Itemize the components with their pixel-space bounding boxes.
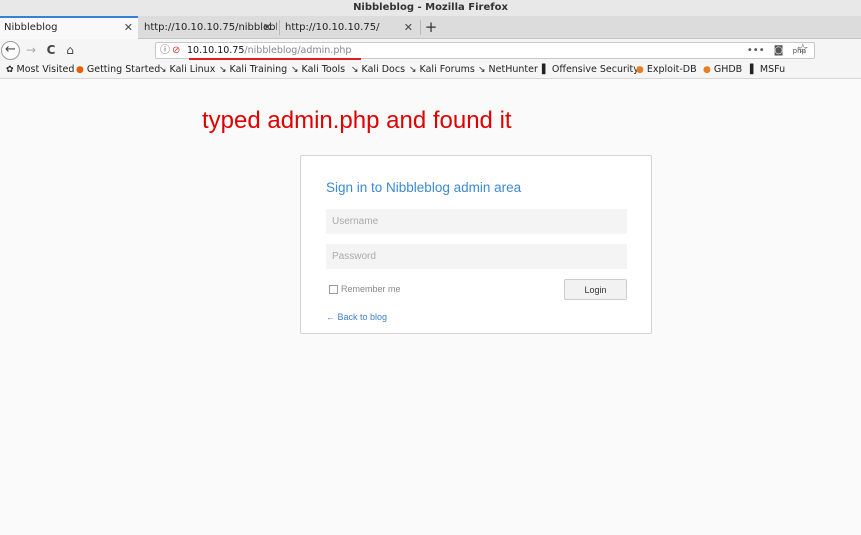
back-button[interactable]: ← bbox=[1, 41, 20, 60]
gear-icon: ✿ bbox=[6, 65, 14, 75]
window-title: Nibbleblog - Mozilla Firefox bbox=[0, 0, 861, 16]
insecure-lock-icon[interactable]: ⊘ bbox=[172, 43, 180, 58]
navigation-bar: ← → C ⌂ ⓘ ⊘ 10.10.10.75/nibbleblog/admin… bbox=[0, 39, 861, 62]
url-text[interactable]: 10.10.10.75/nibbleblog/admin.php bbox=[187, 43, 351, 58]
bookmarks-toolbar: ✿ Most Visited ● Getting Started ↘ Kali Lin… bbox=[0, 62, 861, 79]
close-icon[interactable]: ✕ bbox=[404, 16, 413, 39]
kali-icon: ↘ bbox=[159, 65, 167, 75]
annotation-text: typed admin.php and found it bbox=[202, 107, 512, 134]
bookmark-label: Kali Forums bbox=[419, 64, 475, 75]
bookmark-msfu[interactable]: ▌ MSFu bbox=[750, 62, 785, 78]
bookmark-label: GHDB bbox=[713, 64, 743, 75]
bookmark-label: MSFu bbox=[759, 64, 786, 75]
bookmark-getting-started[interactable]: ● Getting Started bbox=[76, 62, 160, 78]
url-bar[interactable]: ⓘ ⊘ 10.10.10.75/nibbleblog/admin.php •••… bbox=[155, 42, 815, 59]
bookmark-label: Kali Tools bbox=[301, 64, 346, 75]
bookmark-kali-docs[interactable]: ↘ Kali Docs bbox=[351, 62, 405, 78]
bookmark-kali-tools[interactable]: ↘ Kali Tools bbox=[291, 62, 345, 78]
login-button[interactable]: Login bbox=[564, 279, 627, 300]
tab-label: http://10.10.10.75/ bbox=[285, 22, 380, 33]
remember-checkbox[interactable] bbox=[329, 285, 338, 295]
url-path: /nibbleblog/admin.php bbox=[244, 45, 352, 56]
bookmark-label: Offensive Security bbox=[551, 64, 639, 75]
close-icon[interactable]: ✕ bbox=[124, 18, 133, 38]
remember-label: Remember me bbox=[341, 284, 401, 294]
exploitdb-icon: ● bbox=[636, 65, 644, 75]
home-button[interactable]: ⌂ bbox=[63, 41, 77, 60]
bookmark-nethunter[interactable]: ↘ NetHunter bbox=[478, 62, 538, 78]
login-title: Sign in to Nibbleblog admin area bbox=[326, 180, 522, 195]
password-input[interactable] bbox=[326, 244, 627, 269]
bookmark-label: Kali Linux bbox=[169, 64, 216, 75]
kali-icon: ↘ bbox=[478, 65, 486, 75]
tab-divider bbox=[420, 20, 421, 35]
back-to-blog-link[interactable]: ← Back to blog bbox=[326, 312, 387, 322]
bookmark-kali-linux[interactable]: ↘ Kali Linux bbox=[159, 62, 215, 78]
tab-label: http://10.10.10.75/nibbleblog bbox=[144, 22, 277, 33]
kali-icon: ↘ bbox=[351, 65, 359, 75]
page-actions-icon[interactable]: ••• bbox=[747, 45, 765, 56]
kali-icon: ↘ bbox=[409, 65, 417, 75]
url-host: 10.10.10.75 bbox=[187, 45, 245, 56]
annotation-underline bbox=[189, 58, 361, 60]
bookmark-offensive-security[interactable]: ▌ Offensive Security bbox=[542, 62, 639, 78]
bookmark-exploit-db[interactable]: ● Exploit-DB bbox=[636, 62, 697, 78]
bookmark-label: NetHunter bbox=[488, 64, 538, 75]
bookmark-star-icon[interactable]: ☆ bbox=[797, 42, 809, 57]
bookmark-label: Kali Training bbox=[229, 64, 288, 75]
close-icon[interactable]: ✕ bbox=[263, 16, 272, 39]
ghdb-icon: ● bbox=[703, 65, 711, 75]
kali-icon: ↘ bbox=[291, 65, 299, 75]
tab-strip: Nibbleblog ✕ http://10.10.10.75/nibblebl… bbox=[0, 16, 861, 39]
pocket-icon[interactable]: ◙ bbox=[774, 45, 784, 56]
bookmark-label: Getting Started bbox=[86, 64, 161, 75]
tab-nibbleblog-url[interactable]: http://10.10.10.75/nibbleblog ✕ bbox=[140, 16, 277, 39]
username-input[interactable] bbox=[326, 209, 627, 234]
bookmark-kali-forums[interactable]: ↘ Kali Forums bbox=[409, 62, 475, 78]
firefox-icon: ● bbox=[76, 65, 84, 75]
info-icon[interactable]: ⓘ bbox=[160, 43, 170, 58]
tab-nibbleblog[interactable]: Nibbleblog ✕ bbox=[0, 16, 138, 39]
reload-button[interactable]: C bbox=[44, 41, 58, 60]
tab-divider bbox=[279, 20, 280, 35]
bookmark-label: Exploit-DB bbox=[646, 64, 697, 75]
bookmark-kali-training[interactable]: ↘ Kali Training bbox=[219, 62, 287, 78]
kali-icon: ↘ bbox=[219, 65, 227, 75]
tab-label: Nibbleblog bbox=[4, 22, 58, 33]
remember-me[interactable]: Remember me bbox=[329, 284, 401, 295]
offsec-icon: ▌ bbox=[542, 65, 549, 75]
bookmark-ghdb[interactable]: ● GHDB bbox=[703, 62, 742, 78]
bookmark-most-visited[interactable]: ✿ Most Visited bbox=[6, 62, 74, 78]
bookmark-label: Most Visited bbox=[16, 64, 75, 75]
new-tab-button[interactable]: + bbox=[424, 16, 438, 39]
tab-root-url[interactable]: http://10.10.10.75/ ✕ bbox=[281, 16, 418, 39]
login-panel: Sign in to Nibbleblog admin area Remembe… bbox=[300, 155, 652, 334]
bookmark-label: Kali Docs bbox=[361, 64, 406, 75]
msfu-icon: ▌ bbox=[750, 65, 757, 75]
forward-button[interactable]: → bbox=[24, 41, 38, 60]
